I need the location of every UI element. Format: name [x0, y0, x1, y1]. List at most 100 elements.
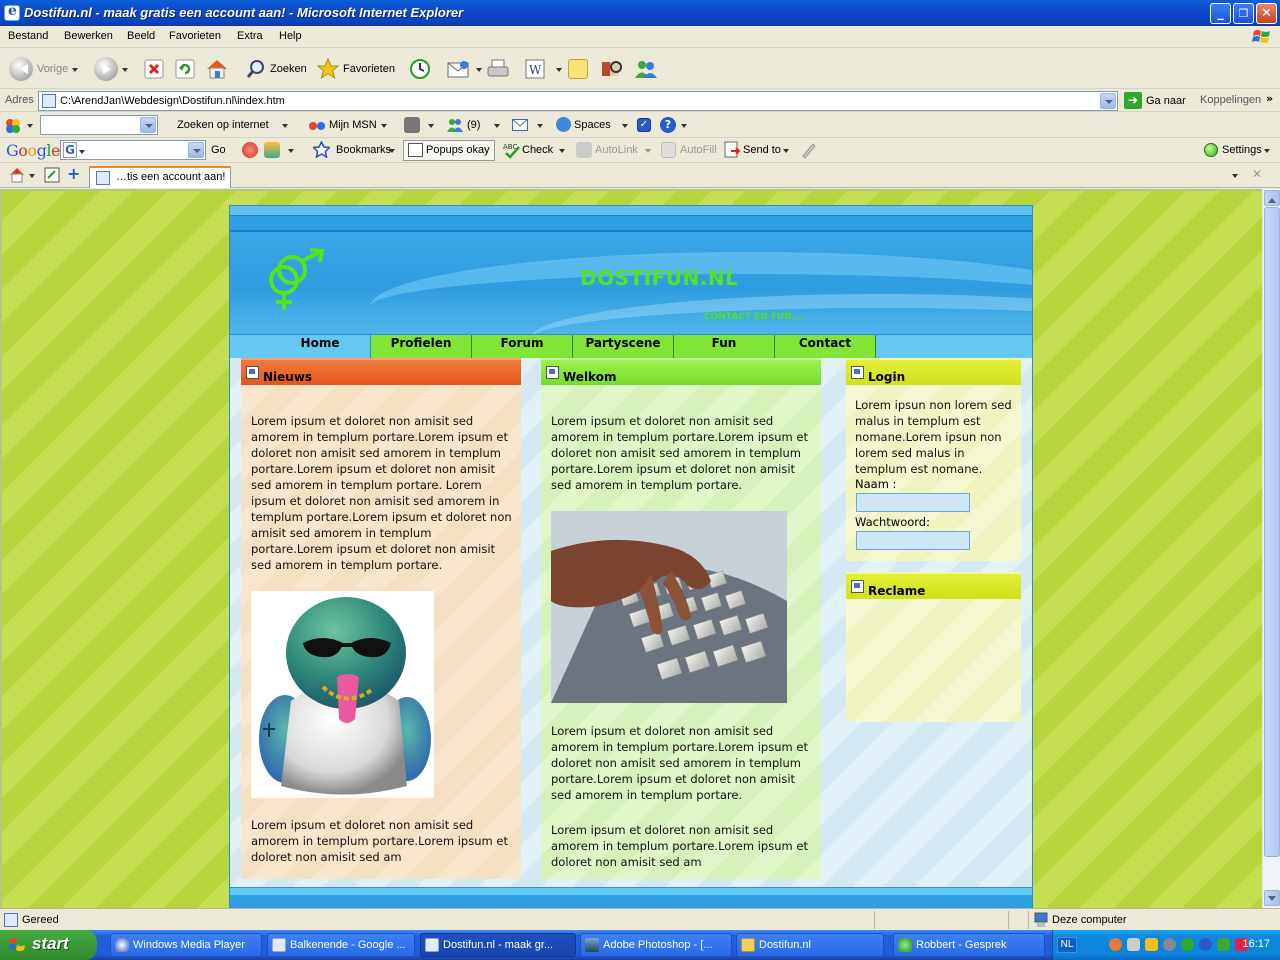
close-button[interactable]: ✕ — [1256, 3, 1277, 24]
msn-menu-dropdown-icon[interactable] — [27, 124, 33, 131]
msn-search-input[interactable] — [40, 115, 158, 135]
tray-messenger-icon[interactable] — [1181, 938, 1194, 951]
tab-active[interactable]: …tis een account aan! — [89, 166, 231, 188]
refresh-button[interactable] — [175, 55, 195, 83]
msn-search-web-button[interactable]: Zoeken op internet — [177, 119, 269, 131]
name-input[interactable] — [856, 493, 970, 512]
links-label[interactable]: Koppelingen — [1200, 94, 1261, 106]
check-button[interactable]: Check — [522, 144, 553, 156]
stop-button[interactable] — [144, 55, 164, 83]
notes-button[interactable] — [568, 55, 588, 83]
language-indicator[interactable]: NL — [1057, 937, 1077, 953]
task-windows-media-player[interactable]: Windows Media Player — [110, 933, 262, 957]
gender-symbols-logo-icon[interactable] — [260, 246, 330, 314]
google-g-icon[interactable]: G — [63, 142, 77, 158]
search-web-dropdown-icon[interactable] — [282, 124, 288, 131]
spaces-button[interactable]: Spaces — [574, 119, 611, 131]
print-button[interactable] — [486, 55, 510, 83]
tray-arrow-icon[interactable] — [1109, 938, 1122, 951]
google-options-dropdown-icon[interactable] — [288, 149, 294, 156]
address-dropdown-icon[interactable] — [1100, 93, 1116, 109]
tray-star-icon[interactable] — [1145, 938, 1158, 951]
checkbox-icon[interactable]: ✓ — [637, 118, 651, 132]
help-icon[interactable]: ? — [660, 117, 676, 133]
menu-help[interactable]: Help — [279, 30, 302, 42]
tray-buddy-icon[interactable] — [1217, 938, 1230, 951]
send-to-button[interactable]: Send to — [743, 144, 781, 156]
msn-search-dropdown-icon[interactable] — [140, 117, 156, 133]
favorites-button[interactable]: Favorieten — [317, 55, 395, 83]
pencil-icon[interactable] — [800, 141, 816, 159]
home-tab-dropdown-icon[interactable] — [29, 174, 35, 181]
chevron-right-icon[interactable]: » — [1266, 92, 1273, 105]
history-button[interactable] — [408, 55, 432, 83]
messenger-dropdown-icon[interactable] — [494, 124, 500, 131]
tray-bluetooth-icon[interactable] — [1199, 938, 1212, 951]
tray-network-icon[interactable] — [1163, 938, 1176, 951]
menu-view[interactable]: Beeld — [127, 30, 155, 42]
nav-profielen[interactable]: Profielen — [371, 335, 472, 359]
settings-button[interactable]: Settings — [1222, 144, 1262, 156]
start-button[interactable]: start — [0, 930, 97, 960]
pagerank-icon[interactable] — [242, 142, 258, 158]
research-button[interactable] — [600, 55, 624, 83]
maximize-button[interactable]: ❐ — [1233, 3, 1254, 24]
forward-button[interactable] — [94, 55, 128, 83]
tab-menu-dropdown-icon[interactable] — [1232, 174, 1238, 181]
task-dostifun-folder[interactable]: Dostifun.nl — [736, 933, 884, 957]
rss-icon[interactable] — [404, 117, 420, 133]
google-engine-dropdown-icon[interactable] — [79, 150, 85, 157]
home-button[interactable] — [205, 55, 229, 83]
nav-contact[interactable]: Contact — [775, 335, 876, 359]
menu-file[interactable]: Bestand — [8, 30, 48, 42]
home-tab-icon[interactable] — [9, 167, 25, 183]
autolink-dropdown-icon[interactable] — [645, 149, 651, 156]
msn-butterfly-icon[interactable] — [5, 118, 21, 134]
tab-list-icon[interactable] — [44, 167, 60, 183]
google-search-dropdown-icon[interactable] — [188, 142, 204, 158]
send-to-dropdown-icon[interactable] — [783, 149, 789, 156]
mail-button[interactable] — [446, 55, 482, 83]
new-tab-plus-icon[interactable]: + — [67, 164, 80, 183]
check-dropdown-icon[interactable] — [559, 149, 565, 156]
minimize-button[interactable]: _ — [1210, 3, 1231, 24]
spaces-dropdown-icon[interactable] — [622, 124, 628, 131]
back-button[interactable]: Vorige — [9, 55, 79, 83]
close-tab-icon[interactable]: ✕ — [1252, 167, 1262, 181]
password-input[interactable] — [856, 531, 970, 550]
help-dropdown-icon[interactable] — [681, 124, 687, 131]
edit-button[interactable]: W — [524, 55, 562, 83]
messenger-buddy-icon[interactable] — [446, 117, 464, 133]
menu-tools[interactable]: Extra — [237, 30, 263, 42]
google-logo[interactable]: Google — [6, 141, 60, 160]
task-robbert-conversation[interactable]: Robbert - Gesprek — [893, 933, 1045, 957]
google-go-button[interactable]: Go — [211, 144, 226, 156]
bookmarks-button[interactable]: Bookmarks — [336, 144, 391, 156]
task-balkenende-google[interactable]: Balkenende - Google ... — [267, 933, 415, 957]
autofill-button[interactable]: AutoFill — [680, 144, 717, 156]
scroll-up-icon[interactable] — [1264, 190, 1280, 206]
menu-favorites[interactable]: Favorieten — [169, 30, 221, 42]
rss-dropdown-icon[interactable] — [428, 124, 434, 131]
nav-fun[interactable]: Fun — [674, 335, 775, 359]
news-icon[interactable] — [264, 142, 280, 158]
scrollbar-thumb[interactable] — [1264, 207, 1280, 857]
my-msn-button[interactable]: Mijn MSN — [329, 119, 377, 131]
search-button[interactable]: Zoeken — [246, 55, 307, 83]
scroll-down-icon[interactable] — [1264, 890, 1280, 906]
my-msn-dropdown-icon[interactable] — [381, 124, 387, 131]
google-search-input[interactable]: G — [60, 140, 206, 160]
settings-dropdown-icon[interactable] — [1264, 149, 1270, 156]
task-dostifun-ie[interactable]: Dostifun.nl - maak gr... — [420, 933, 576, 957]
nav-partyscene[interactable]: Partyscene — [573, 335, 674, 359]
nav-home[interactable]: Home — [270, 335, 371, 359]
bookmarks-dropdown-icon[interactable] — [389, 149, 395, 156]
popups-okay-button[interactable]: Popups okay — [403, 140, 495, 161]
messenger-button[interactable] — [633, 55, 659, 83]
vertical-scrollbar[interactable] — [1262, 189, 1280, 908]
go-button[interactable]: ➔ Ga naar — [1124, 92, 1186, 109]
autolink-button[interactable]: AutoLink — [595, 144, 638, 156]
tray-chart-icon[interactable] — [1127, 938, 1140, 951]
mail-dropdown-icon[interactable] — [537, 124, 543, 131]
address-field[interactable]: C:\ArendJan\Webdesign\Dostifun.nl\index.… — [38, 91, 1118, 111]
